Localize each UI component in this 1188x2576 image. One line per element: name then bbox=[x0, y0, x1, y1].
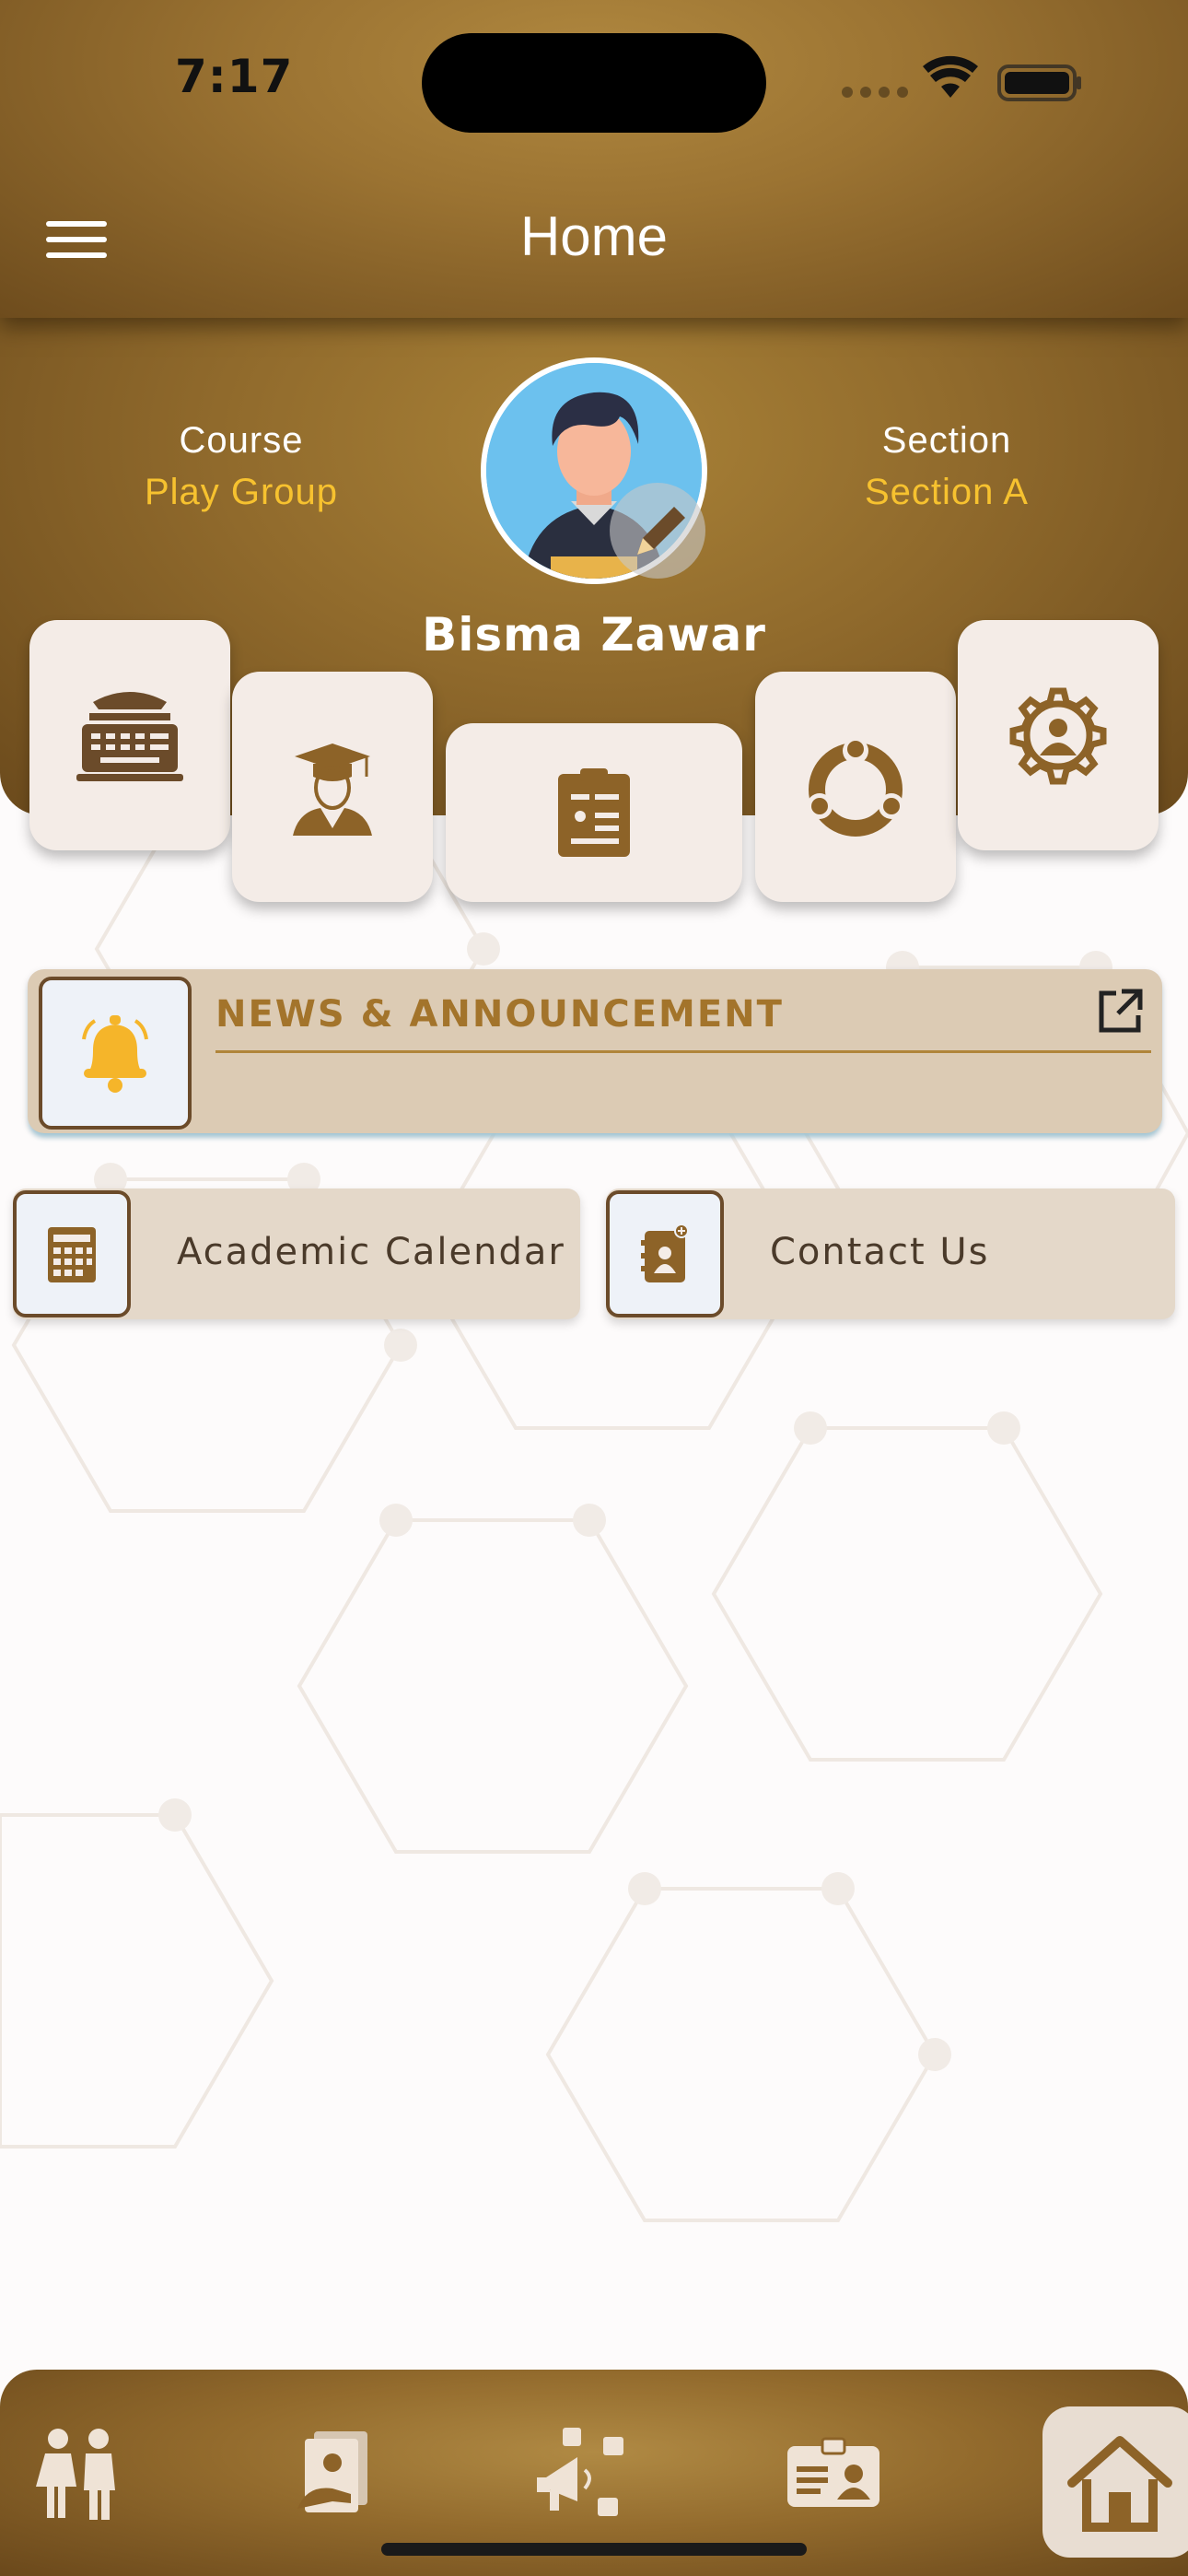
home-icon bbox=[1067, 2436, 1172, 2532]
home-indicator bbox=[381, 2543, 807, 2556]
report-card-tile[interactable] bbox=[446, 723, 742, 902]
contact-book-icon bbox=[641, 1224, 689, 1282]
bell-icon bbox=[82, 1015, 148, 1093]
news-title: NEWS & ANNOUNCEMENT bbox=[215, 993, 784, 1036]
typewriter-icon bbox=[76, 692, 183, 781]
report-card-icon bbox=[558, 768, 630, 857]
edit-avatar-button[interactable] bbox=[610, 483, 705, 579]
nav-social[interactable] bbox=[523, 2395, 643, 2552]
course-label: Course bbox=[179, 420, 304, 461]
page-title: Home bbox=[519, 205, 669, 267]
nav-family[interactable] bbox=[18, 2395, 138, 2552]
contact-us-icon-box bbox=[606, 1190, 724, 1317]
id-card-icon bbox=[787, 2437, 879, 2507]
typewriter-tile[interactable] bbox=[29, 620, 230, 850]
dynamic-island bbox=[422, 33, 766, 133]
contact-us-card[interactable]: Contact Us bbox=[606, 1188, 1175, 1319]
family-icon bbox=[36, 2429, 115, 2520]
academic-calendar-label: Academic Calendar bbox=[177, 1231, 565, 1273]
news-icon-box bbox=[39, 977, 192, 1130]
student-tile[interactable] bbox=[232, 672, 433, 902]
academic-calendar-card[interactable]: Academic Calendar bbox=[13, 1188, 580, 1319]
academic-calendar-icon-box bbox=[13, 1190, 131, 1317]
cellular-signal-icon bbox=[842, 87, 908, 98]
settings-tile[interactable] bbox=[958, 620, 1159, 850]
network-users-icon bbox=[807, 738, 904, 837]
section-value: Section A bbox=[864, 472, 1029, 512]
nav-fees[interactable] bbox=[273, 2395, 392, 2552]
section-label: Section bbox=[881, 420, 1012, 461]
course-value: Play Group bbox=[144, 472, 339, 512]
fee-document-icon bbox=[297, 2431, 367, 2512]
calendar-icon bbox=[48, 1227, 96, 1282]
app-header: 7:17 Home bbox=[0, 0, 1188, 318]
nav-home[interactable] bbox=[1042, 2406, 1188, 2558]
status-time: 7:17 bbox=[175, 50, 294, 103]
wifi-icon bbox=[923, 55, 978, 98]
pencil-icon bbox=[637, 507, 685, 555]
settings-user-icon bbox=[1009, 687, 1107, 785]
battery-icon bbox=[997, 64, 1081, 101]
nav-id-card[interactable] bbox=[774, 2395, 893, 2552]
open-external-icon[interactable] bbox=[1094, 986, 1146, 1037]
community-tile[interactable] bbox=[755, 672, 956, 902]
social-megaphone-icon bbox=[537, 2428, 623, 2516]
status-icons bbox=[838, 55, 1087, 111]
graduate-icon bbox=[293, 744, 372, 836]
news-announcement-card[interactable]: NEWS & ANNOUNCEMENT bbox=[28, 969, 1162, 1133]
contact-us-label: Contact Us bbox=[770, 1231, 990, 1273]
divider bbox=[215, 1050, 1151, 1053]
